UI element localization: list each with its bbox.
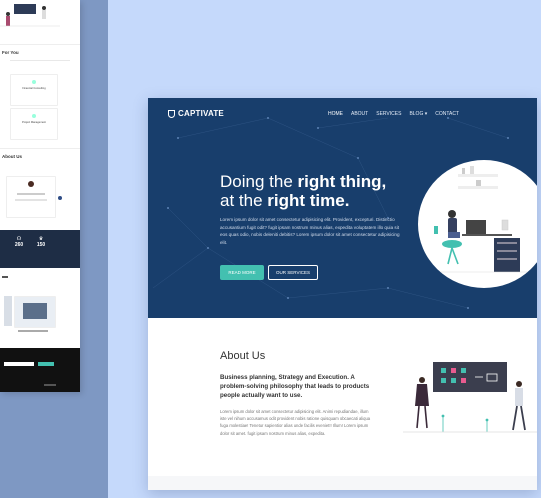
site-preview: CAPTIVATE HOME ABOUT SERVICES BLOG ▾ CON… — [148, 98, 537, 490]
blog-image — [23, 303, 47, 319]
about-illustration — [403, 348, 537, 448]
hero-heading-emphasis: right thing, — [297, 172, 387, 191]
text-line — [18, 330, 48, 332]
read-more-button[interactable]: READ MORE — [220, 265, 264, 280]
stat-item: ☊ 260 — [8, 236, 30, 248]
divider — [0, 148, 80, 149]
next-section-edge — [148, 476, 537, 490]
about-section: About Us Business planning, Strategy and… — [148, 318, 537, 490]
hero-section: CAPTIVATE HOME ABOUT SERVICES BLOG ▾ CON… — [148, 98, 537, 318]
thumbnail-footer — [0, 348, 80, 392]
chart-icon — [32, 114, 36, 118]
thumbnail-blog-card — [14, 296, 56, 328]
shield-icon — [168, 109, 175, 118]
thumbnail-card: Project Management — [10, 108, 58, 140]
main-nav: HOME ABOUT SERVICES BLOG ▾ CONTACT — [328, 111, 459, 117]
divider — [10, 60, 70, 61]
thumbnail-card-title: Project Management — [22, 121, 46, 124]
leaf-icon — [32, 80, 36, 84]
text-line — [17, 193, 45, 195]
stat-value: 260 — [14, 242, 24, 248]
thumbnail-card: Financial Consulting — [10, 74, 58, 106]
hero-heading-part: at the — [220, 191, 268, 210]
thumbnail-testimonial-card — [6, 176, 56, 218]
about-paragraph: Lorem ipsum dolor sit amet consectetur a… — [220, 409, 371, 436]
hero-heading: Doing the right thing, at the right time… — [220, 172, 410, 210]
nav-contact[interactable]: CONTACT — [435, 111, 459, 117]
avatar — [28, 181, 34, 187]
hero-heading-emphasis: right time. — [267, 191, 350, 210]
page-thumbnail[interactable]: For You Financial Consulting Project Man… — [0, 0, 80, 392]
text-line — [15, 199, 47, 201]
about-subheading: Business planning, Strategy and Executio… — [220, 374, 370, 399]
hero-paragraph: Lorem ipsum dolor sit amet consectetur a… — [220, 217, 400, 245]
nav-about[interactable]: ABOUT — [351, 111, 368, 117]
thumbnail-card-title: Financial Consulting — [22, 87, 46, 90]
blog-image — [4, 296, 12, 326]
about-heading: About Us — [220, 350, 266, 362]
text-line — [2, 276, 8, 278]
logo-text: CAPTIVATE — [178, 109, 224, 118]
thumbnail-about-title: About Us — [2, 154, 22, 159]
slider-dot[interactable] — [58, 196, 62, 200]
social-links — [44, 384, 56, 386]
stat-item: ♛ 150 — [30, 236, 52, 248]
thumbnail-stats-band: ☊ 260 ♛ 150 — [0, 230, 80, 268]
nav-services[interactable]: SERVICES — [376, 111, 401, 117]
subscribe-button[interactable] — [38, 362, 54, 366]
thumbnail-services-title: For You — [2, 50, 19, 55]
nav-blog[interactable]: BLOG ▾ — [409, 111, 427, 117]
our-services-button[interactable]: OUR SERVICES — [268, 265, 318, 280]
site-logo[interactable]: CAPTIVATE — [168, 109, 224, 118]
stat-value: 150 — [36, 242, 46, 248]
thumbnail-hero-illustration — [0, 4, 60, 27]
thumbnail-hero — [0, 0, 80, 45]
hero-heading-part: Doing the — [220, 172, 298, 191]
meeting-illustration — [403, 362, 537, 433]
newsletter-input[interactable] — [4, 362, 34, 366]
nav-home[interactable]: HOME — [328, 111, 343, 117]
